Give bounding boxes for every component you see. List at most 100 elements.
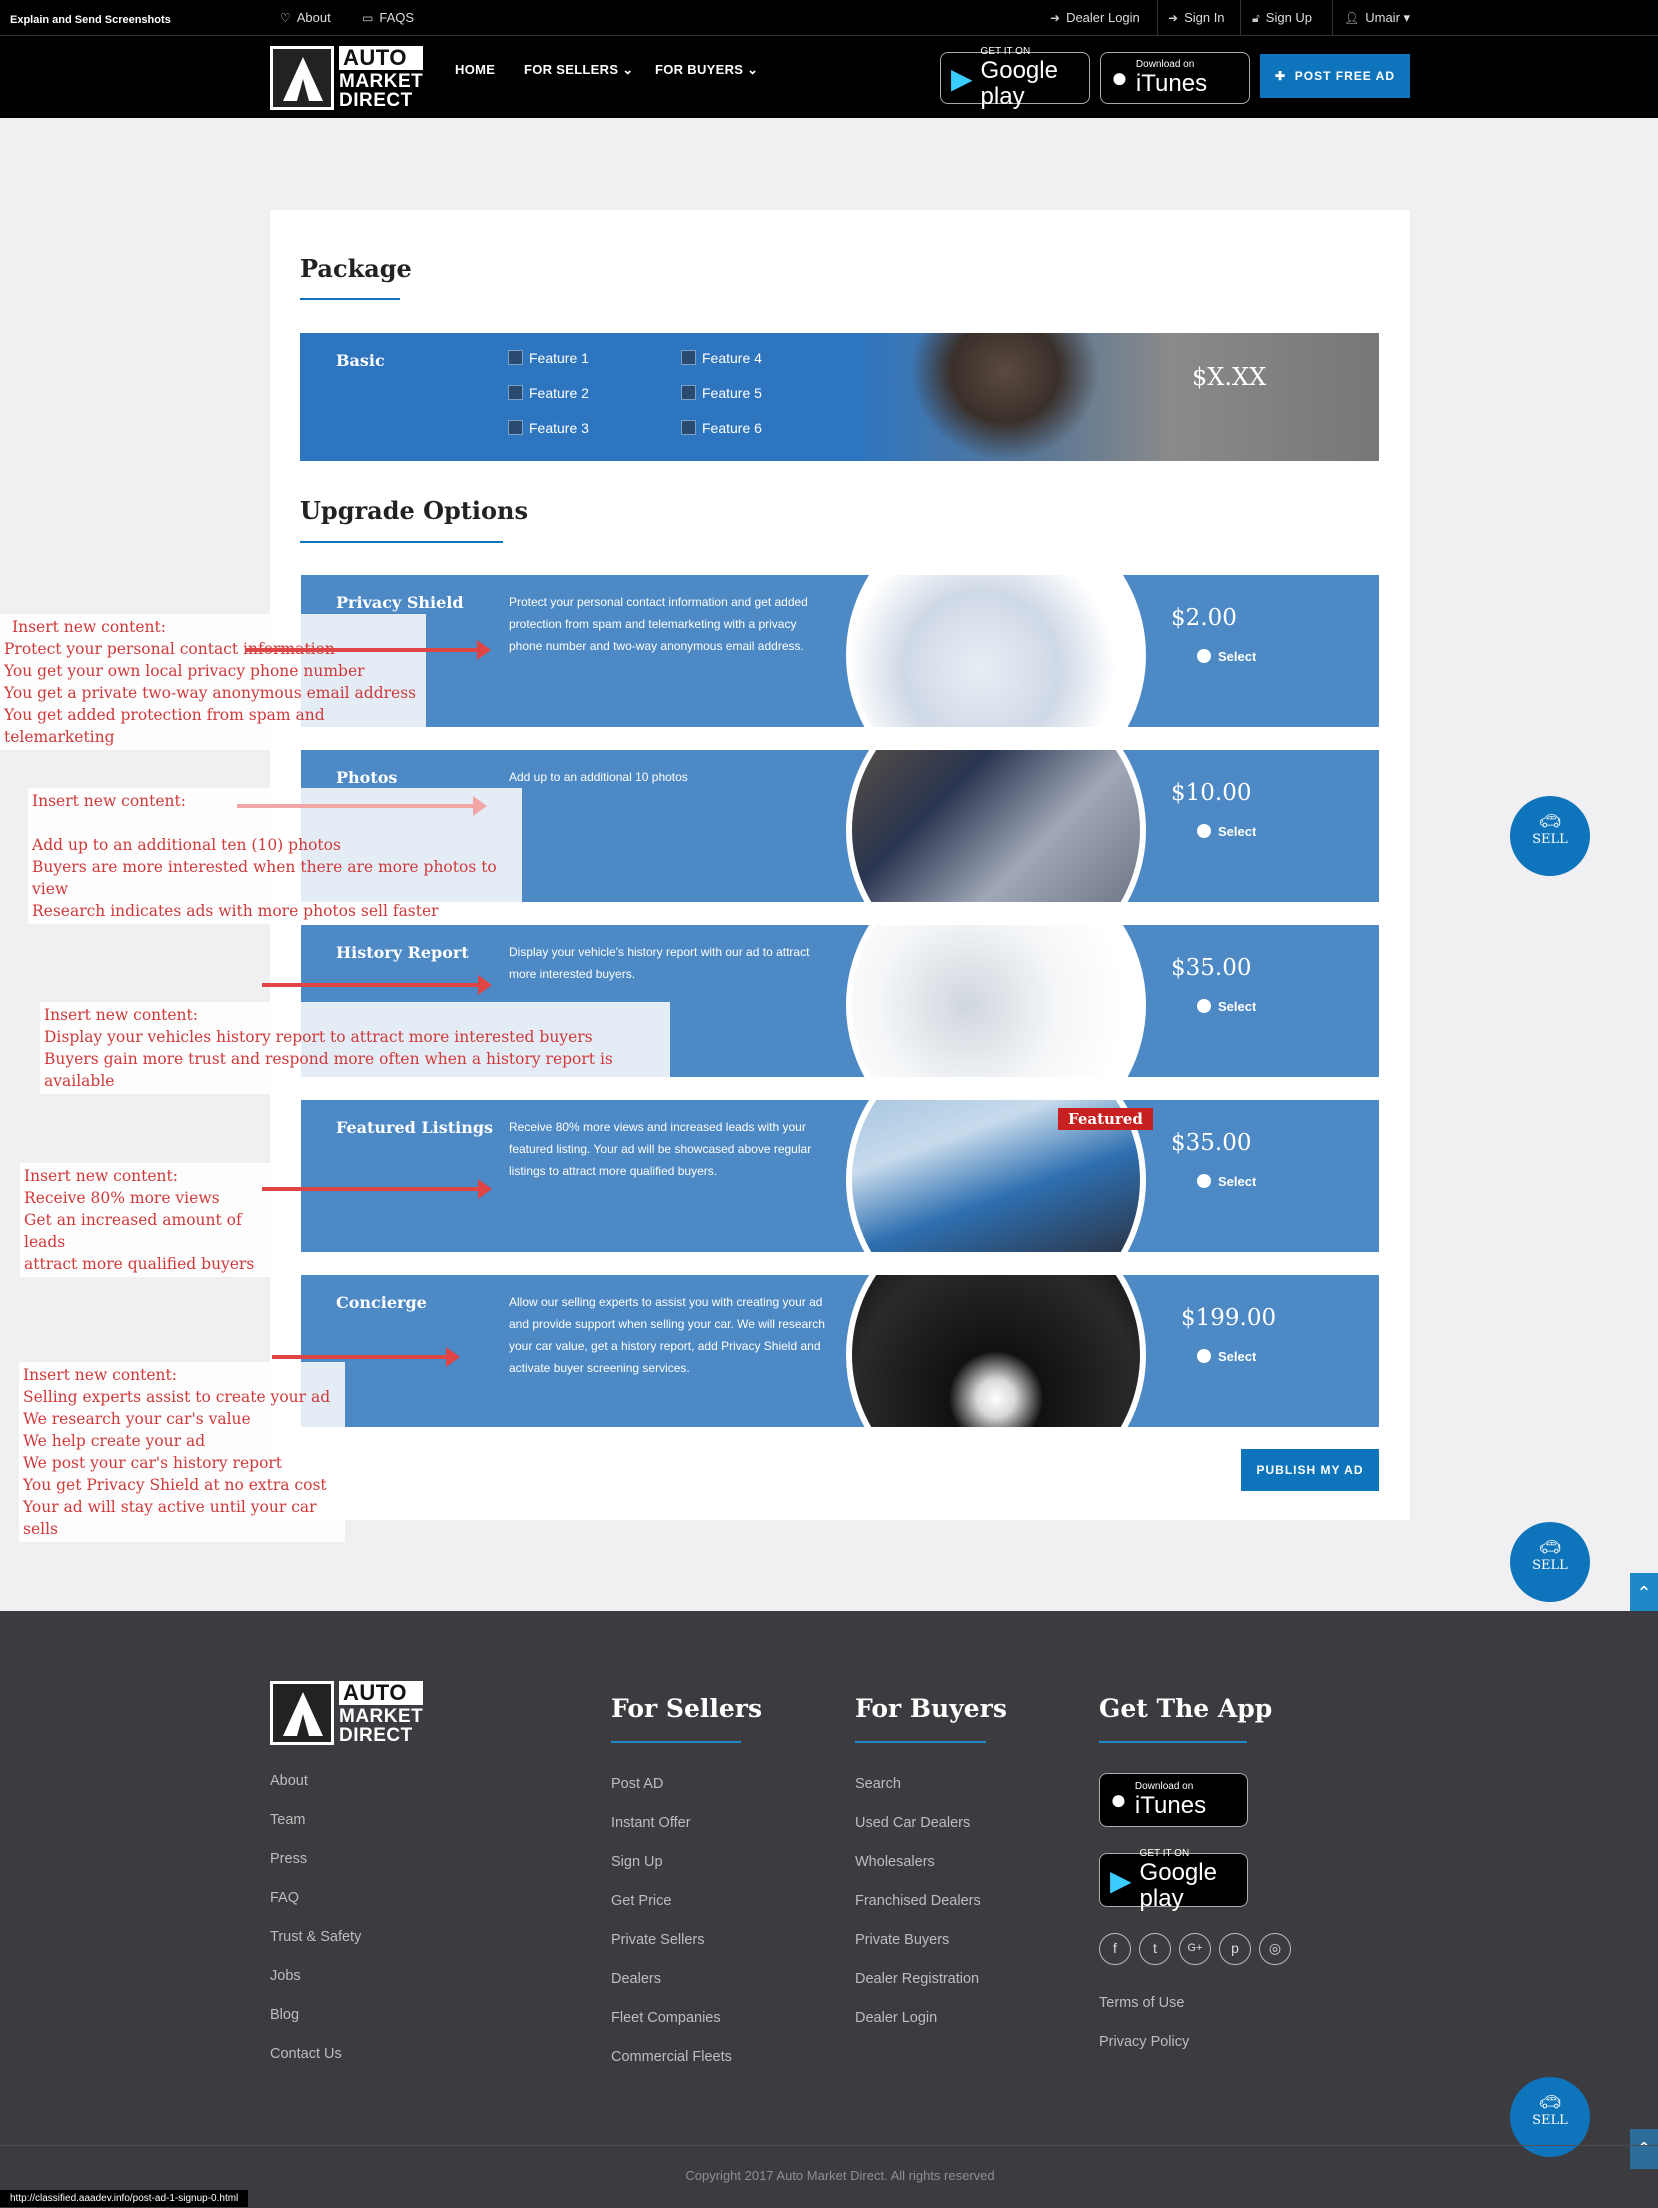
option-image [846,925,1146,1077]
sell-bubble-button[interactable]: 🚗︎ SELL [1510,1522,1590,1602]
package-basic[interactable]: Basic Feature 1 Feature 2 Feature 3 Feat… [300,333,1379,461]
footer-link[interactable]: Private Sellers [611,1932,704,1948]
footer-link[interactable]: Instant Offer [611,1815,691,1831]
footer-link[interactable]: Dealers [611,1971,661,1987]
select-radio[interactable]: Select [1197,1349,1256,1364]
footer-link[interactable]: About [270,1773,308,1789]
footer [0,1611,1658,2208]
plus-icon: ✚ [1275,69,1287,83]
annotation-note: Insert new content: Selling experts assi… [19,1362,345,1542]
site-logo[interactable]: AUTO MARKET DIRECT [270,46,424,111]
sign-in-link[interactable]: ➜ Sign In [1168,0,1225,36]
footer-link[interactable]: FAQ [270,1890,299,1906]
twitter-icon[interactable]: t [1139,1933,1171,1965]
option-title: Photos [336,768,398,787]
footer-link[interactable]: Team [270,1812,305,1828]
nav-for-sellers[interactable]: FOR SELLERS ⌄ [524,62,633,78]
annotation-note: Insert new content: Protect your persona… [0,614,426,750]
footer-link[interactable]: Dealer Registration [855,1971,979,1987]
caret-down-icon: ▾ [1403,10,1411,25]
annotation-arrow [237,796,487,816]
facebook-icon[interactable]: f [1099,1933,1131,1965]
package-photo-person [910,333,1100,461]
footer-divider [0,2145,1658,2146]
apple-icon: ● [1111,62,1128,93]
logo-text: DIRECT [339,90,413,111]
footer-link[interactable]: Trust & Safety [270,1929,361,1945]
option-price: $199.00 [1181,1305,1277,1331]
select-radio[interactable]: Select [1197,824,1256,839]
select-radio[interactable]: Select [1197,1174,1256,1189]
sign-in-icon: ➜ [1168,11,1179,25]
package-feature: Feature 5 [681,385,762,401]
play-store-icon: ▶ [951,62,973,94]
itunes-button[interactable]: ● Download on iTunes [1099,1773,1248,1827]
chevron-down-icon: ⌄ [622,62,634,77]
logo-text: AUTO [339,1681,424,1705]
annotation-arrow [262,1179,492,1199]
footer-link[interactable]: Fleet Companies [611,2010,721,2026]
radio-icon [1197,824,1211,838]
footer-link[interactable]: Commercial Fleets [611,2049,732,2065]
footer-link[interactable]: Wholesalers [855,1854,935,1870]
google-plus-icon[interactable]: G+ [1179,1933,1211,1965]
footer-link[interactable]: Search [855,1776,901,1792]
footer-logo[interactable]: AUTO MARKET DIRECT [270,1681,424,1745]
unlock-icon: 🔓︎ [1252,11,1260,25]
car-icon: 🚗︎ [1538,811,1562,832]
option-image [846,575,1146,727]
featured-badge: Featured [1058,1108,1153,1130]
nav-home[interactable]: HOME [455,62,495,77]
terms-link[interactable]: Terms of Use [1099,1995,1184,2011]
footer-link[interactable]: Franchised Dealers [855,1893,981,1909]
footer-link[interactable]: Private Buyers [855,1932,949,1948]
radio-icon [1197,649,1211,663]
apple-icon: ● [1110,1784,1127,1815]
package-feature: Feature 4 [681,350,762,366]
logo-text: AUTO [339,46,424,70]
chevron-up-icon: ⌃ [1636,1583,1652,1603]
play-store-icon: ▶ [1110,1864,1132,1896]
annotation-note: Insert new content: Receive 80% more vie… [20,1163,274,1277]
google-play-button[interactable]: ▶ GET IT ON Google play [940,46,1090,110]
footer-heading-buyers: For Buyers [855,1694,1007,1723]
google-play-button[interactable]: ▶ GET IT ON Google play [1099,1848,1248,1912]
chevron-up-icon: ⌃ [1636,2139,1652,2159]
footer-link[interactable]: Contact Us [270,2046,342,2062]
divider [1332,0,1333,36]
top-bar: Explain and Send Screenshots ♡ About ▭ FAQ… [0,0,1658,36]
footer-link[interactable]: Sign Up [611,1854,663,1870]
itunes-button[interactable]: ● Download on iTunes [1100,52,1250,104]
option-price: $2.00 [1171,605,1237,631]
footer-link[interactable]: Jobs [270,1968,301,1984]
footer-link[interactable]: Get Price [611,1893,671,1909]
package-name: Basic [336,351,385,370]
about-link[interactable]: ♡ About [280,0,331,36]
footer-link[interactable]: Used Car Dealers [855,1815,970,1831]
status-bar-url: http://classified.aaadev.info/post-ad-1-… [0,2190,249,2207]
footer-link[interactable]: Press [270,1851,307,1867]
sell-bubble-button[interactable]: 🚗︎ SELL [1510,796,1590,876]
select-radio[interactable]: Select [1197,649,1256,664]
option-concierge: Concierge Allow our selling experts to a… [301,1275,1379,1427]
pinterest-icon[interactable]: p [1219,1933,1251,1965]
publish-my-ad-button[interactable]: PUBLISH MY AD [1241,1449,1379,1491]
select-radio[interactable]: Select [1197,999,1256,1014]
footer-link[interactable]: Post AD [611,1776,663,1792]
scroll-to-top-button[interactable]: ⌃ [1630,2129,1658,2169]
copyright: Copyright 2017 Auto Market Direct. All r… [685,2168,995,2183]
post-free-ad-button[interactable]: ✚ POST FREE AD [1260,54,1410,98]
user-menu[interactable]: 👤︎ Umair ▾ [1344,0,1410,36]
package-feature: Feature 1 [508,350,589,366]
nav-for-buyers[interactable]: FOR BUYERS ⌄ [655,62,758,78]
privacy-link[interactable]: Privacy Policy [1099,2034,1189,2050]
scroll-to-top-button[interactable]: ⌃ [1630,1573,1658,1613]
sign-up-link[interactable]: 🔓︎ Sign Up [1252,0,1312,36]
footer-heading-sellers: For Sellers [611,1694,763,1723]
footer-link[interactable]: Dealer Login [855,2010,937,2026]
heading-underline [300,298,400,300]
faqs-link[interactable]: ▭ FAQS [362,0,414,36]
instagram-icon[interactable]: ◎ [1259,1933,1291,1965]
footer-link[interactable]: Blog [270,2007,299,2023]
dealer-login-link[interactable]: ➜ Dealer Login [1050,0,1140,36]
